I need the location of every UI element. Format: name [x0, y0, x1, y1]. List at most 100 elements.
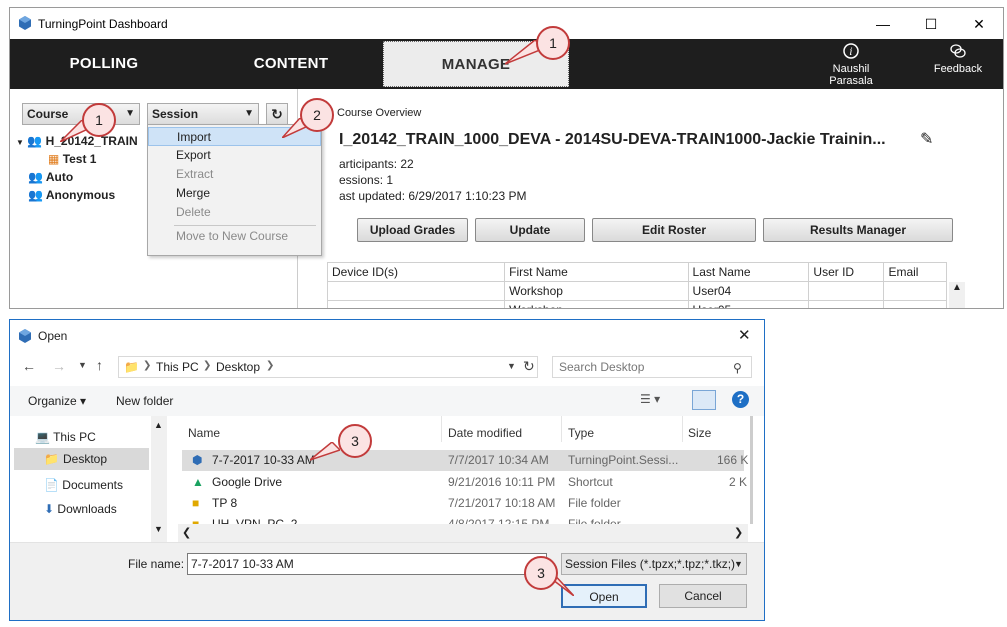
dialog-toolbar: Organize ▾ New folder ☰ ▾ ?: [10, 386, 764, 416]
address-bar[interactable]: 📁 ❯ This PC ❯ Desktop ❯ ▼ ↻: [118, 356, 538, 378]
folder-icon: ■: [192, 517, 200, 524]
column-date-modified[interactable]: Date modified: [448, 426, 522, 440]
overview-label: Course Overview: [337, 107, 422, 119]
folder-icon: 📁: [124, 360, 139, 374]
file-row[interactable]: ■ TP 8 7/21/2017 10:18 AM File folder: [182, 493, 744, 514]
last-updated: ast updated: 6/29/2017 1:10:23 PM: [339, 189, 527, 203]
maximize-button[interactable]: ☐: [908, 12, 954, 36]
file-date: 9/21/2016 10:11 PM: [448, 475, 556, 489]
column-header[interactable]: First Name: [504, 262, 689, 282]
menu-item-move-to-new-course[interactable]: Move to New Course: [148, 227, 321, 246]
table-row[interactable]: Workshop User05: [326, 300, 947, 308]
breadcrumb-desktop[interactable]: Desktop: [216, 360, 260, 374]
chevron-right-icon: ❯: [143, 360, 152, 371]
nav-desktop[interactable]: 📁 Desktop: [14, 448, 149, 470]
download-icon: ⬇: [44, 502, 55, 516]
breadcrumb-this-pc[interactable]: This PC: [156, 360, 199, 374]
refresh-icon[interactable]: ↻: [523, 358, 535, 375]
turningpoint-file-icon: ⬢: [192, 453, 203, 467]
table-cell: [326, 281, 506, 301]
forward-arrow-icon[interactable]: →: [52, 358, 66, 374]
tree-session[interactable]: ▦ Test 1: [48, 152, 96, 166]
expand-icon: ▼: [16, 138, 24, 147]
file-row[interactable]: ⬢ 7-7-2017 10-33 AM 7/7/2017 10:34 AM Tu…: [182, 450, 748, 471]
back-arrow-icon[interactable]: ←: [22, 358, 36, 374]
edit-pencil-icon[interactable]: ✎: [920, 129, 933, 149]
new-folder-button[interactable]: New folder: [116, 394, 173, 408]
callout-pointer: [310, 442, 340, 461]
chevron-right-icon: ❯: [734, 527, 744, 539]
tab-content[interactable]: CONTENT: [198, 39, 384, 89]
file-name: UH_VPN_PC_2: [212, 517, 298, 524]
file-row[interactable]: ▲ Google Drive 9/21/2016 10:11 PM Shortc…: [182, 472, 747, 493]
file-date: 7/7/2017 10:34 AM: [448, 453, 549, 467]
navigation-pane: 💻 This PC 📁 Desktop 📄 Documents ⬇ Downlo…: [10, 416, 168, 542]
course-dropdown-label: Course: [27, 107, 69, 121]
organize-button[interactable]: Organize ▾: [28, 394, 86, 408]
help-icon[interactable]: ?: [732, 391, 749, 408]
table-row[interactable]: Workshop User04: [326, 281, 947, 301]
upload-grades-button[interactable]: Upload Grades: [357, 218, 468, 242]
chart-icon: ▦: [48, 152, 60, 166]
tree-auto[interactable]: 👥 Auto: [28, 170, 73, 184]
nav-label: Documents: [62, 478, 123, 492]
nav-scrollbar[interactable]: ▲ ▼: [151, 416, 167, 542]
nav-downloads[interactable]: ⬇ Downloads: [44, 502, 117, 516]
close-icon[interactable]: ✕: [738, 326, 751, 344]
column-header[interactable]: Email: [883, 262, 947, 282]
menu-item-merge[interactable]: Merge: [148, 184, 321, 203]
column-header[interactable]: Device ID(s): [326, 262, 506, 282]
tree-anonymous[interactable]: 👥 Anonymous: [28, 188, 115, 202]
feedback-icon: [950, 44, 966, 58]
user-profile[interactable]: i Naushil Parasala: [810, 43, 892, 87]
file-type: TurningPoint.Sessi...: [568, 453, 679, 467]
search-placeholder: Search Desktop: [559, 360, 645, 374]
session-dropdown[interactable]: Session ▼: [147, 103, 259, 125]
update-button[interactable]: Update: [475, 218, 585, 242]
menu-item-extract[interactable]: Extract: [148, 165, 321, 184]
user-name: Naushil Parasala: [829, 63, 873, 87]
nav-documents[interactable]: 📄 Documents: [44, 478, 123, 492]
cancel-button[interactable]: Cancel: [659, 584, 747, 608]
close-button[interactable]: ✕: [956, 12, 1002, 36]
column-name[interactable]: Name: [188, 426, 220, 440]
feedback-button[interactable]: Feedback: [926, 43, 990, 75]
preview-pane-icon[interactable]: [692, 390, 716, 410]
menu-divider: [174, 225, 316, 226]
edit-roster-button[interactable]: Edit Roster: [592, 218, 756, 242]
table-cell: User05: [687, 300, 810, 308]
table-cell: [326, 300, 506, 308]
table-cell: User04: [687, 281, 810, 301]
horizontal-scrollbar[interactable]: ❮ ❯: [178, 524, 748, 542]
nav-this-pc[interactable]: 💻 This PC: [35, 430, 96, 444]
vertical-scrollbar[interactable]: ▲: [949, 282, 965, 308]
recent-chevron-icon[interactable]: ▼: [78, 360, 87, 370]
menu-item-export[interactable]: Export: [148, 146, 321, 165]
chevron-down-icon[interactable]: ▼: [507, 361, 516, 371]
file-row[interactable]: ■ UH_VPN_PC_2 4/8/2017 12:15 PM File fol…: [182, 514, 744, 524]
search-input[interactable]: Search Desktop ⚲: [552, 356, 752, 378]
column-header[interactable]: User ID: [808, 262, 885, 282]
callout-step-1: 1: [536, 26, 570, 60]
menu-item-delete[interactable]: Delete: [148, 203, 321, 222]
file-type: Shortcut: [568, 475, 613, 489]
users-icon: 👥: [27, 134, 43, 148]
file-name: Google Drive: [212, 475, 283, 489]
file-type-select[interactable]: Session Files (*.tpzx;*.tpz;*.tkz;) ▼: [561, 553, 747, 575]
column-header[interactable]: Last Name: [687, 262, 810, 282]
tab-polling[interactable]: POLLING: [10, 39, 198, 89]
view-list-icon[interactable]: ☰ ▾: [640, 392, 660, 406]
table-cell: [808, 281, 885, 301]
column-size[interactable]: Size: [688, 426, 711, 440]
chevron-right-icon: ❯: [203, 360, 212, 371]
vertical-scrollbar[interactable]: [750, 416, 753, 524]
up-arrow-icon[interactable]: ↑: [96, 357, 103, 373]
users-icon: 👥: [28, 170, 43, 184]
dialog-footer: File name: 7-7-2017 10-33 AM Session Fil…: [10, 542, 764, 620]
file-name-input[interactable]: 7-7-2017 10-33 AM: [187, 553, 547, 575]
results-manager-button[interactable]: Results Manager: [763, 218, 953, 242]
callout-step-3: 3: [524, 556, 558, 590]
table-header-row: Device ID(s) First Name Last Name User I…: [326, 262, 947, 282]
minimize-button[interactable]: —: [860, 12, 906, 36]
column-type[interactable]: Type: [568, 426, 594, 440]
